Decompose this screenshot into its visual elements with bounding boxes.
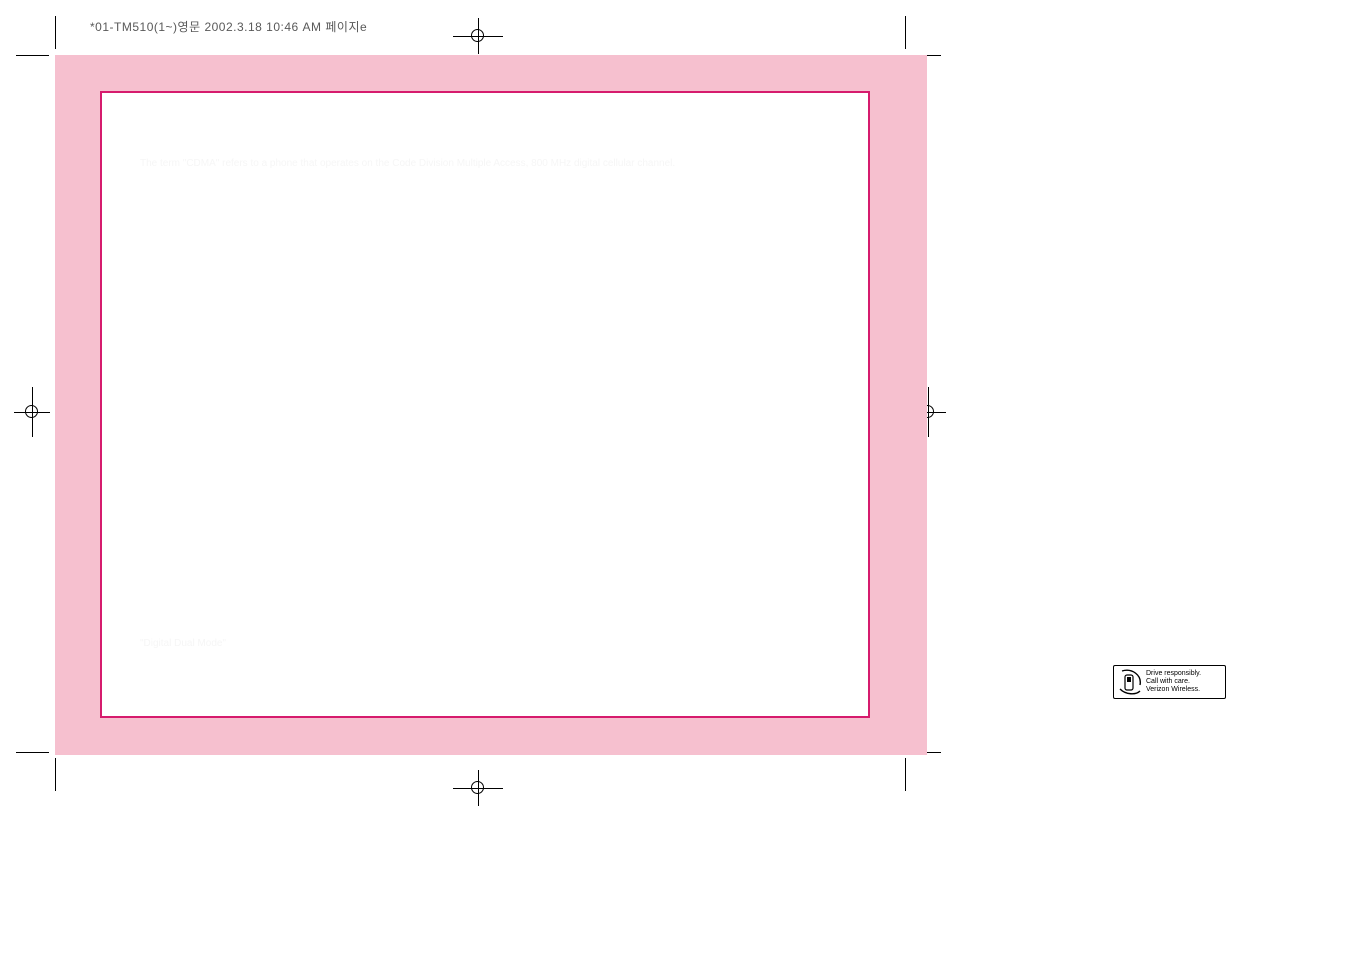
logo-line: Drive responsibly. bbox=[1146, 670, 1221, 678]
registration-mark bbox=[471, 781, 484, 794]
phone-swoosh-icon bbox=[1118, 669, 1142, 695]
logo-line: Verizon Wireless. bbox=[1146, 686, 1221, 694]
logo-line: Call with care. bbox=[1146, 678, 1221, 686]
crop-mark bbox=[16, 752, 49, 753]
body-paragraph: "Digital Dual Mode" bbox=[140, 636, 840, 652]
page-content-frame bbox=[100, 91, 870, 718]
crop-mark bbox=[16, 55, 49, 56]
body-paragraph: The term "CDMA" refers to a phone that o… bbox=[140, 156, 840, 172]
crop-mark bbox=[55, 758, 56, 791]
print-meta-header: *01-TM510(1~)영문 2002.3.18 10:46 AM 페이지e bbox=[90, 18, 367, 35]
logo-tagline: Drive responsibly. Call with care. Veriz… bbox=[1146, 670, 1221, 693]
registration-mark bbox=[25, 405, 38, 418]
drive-responsibly-logo: Drive responsibly. Call with care. Veriz… bbox=[1113, 665, 1226, 699]
registration-mark bbox=[471, 29, 484, 42]
crop-mark bbox=[55, 16, 56, 49]
crop-mark bbox=[905, 16, 906, 49]
crop-mark bbox=[905, 758, 906, 791]
